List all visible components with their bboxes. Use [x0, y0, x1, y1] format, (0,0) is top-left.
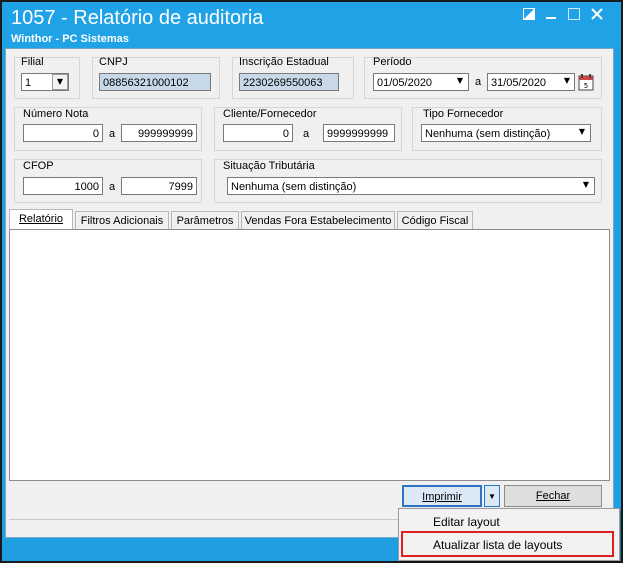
periodo-separator: a — [475, 76, 482, 88]
tipo-fornecedor-value: Nenhuma (sem distinção) — [425, 128, 551, 140]
situacao-group: Situação Tributária Nenhuma (sem distinç… — [214, 159, 602, 203]
svg-text:5: 5 — [584, 82, 588, 90]
periodo-from-value: 01/05/2020 — [377, 77, 433, 89]
filial-group: Filial 1 ▼ — [14, 56, 80, 99]
close-icon[interactable] — [588, 8, 606, 24]
chevron-down-icon[interactable]: ▼ — [452, 74, 468, 90]
window-subtitle: Winthor - PC Sistemas — [11, 33, 129, 45]
cliente-to-field[interactable]: 9999999999 — [323, 124, 395, 142]
minimize-icon[interactable] — [542, 8, 560, 24]
chevron-down-icon[interactable]: ▼ — [559, 74, 575, 90]
situacao-value: Nenhuma (sem distinção) — [231, 181, 357, 193]
cfop-label: CFOP — [23, 160, 54, 172]
tab-label: Código Fiscal — [401, 215, 469, 227]
title-bar[interactable]: 1057 - Relatório de auditoria Winthor - … — [2, 2, 621, 48]
cnpj-group: CNPJ 08856321000102 — [92, 56, 220, 99]
cfop-to-field[interactable]: 7999 — [121, 177, 197, 195]
app-window: 1057 - Relatório de auditoria Winthor - … — [0, 0, 623, 563]
tab-label: Filtros Adicionais — [80, 215, 164, 227]
numero-nota-group: Número Nota 0 a 999999999 — [14, 107, 202, 151]
periodo-label: Período — [373, 56, 412, 68]
filial-label: Filial — [21, 56, 44, 68]
window-title: 1057 - Relatório de auditoria — [11, 7, 264, 29]
menu-item-editar-layout[interactable]: Editar layout — [399, 511, 619, 533]
cliente-from-field[interactable]: 0 — [223, 124, 293, 142]
tab-parametros[interactable]: Parâmetros — [171, 211, 239, 229]
cfop-group: CFOP 1000 a 7999 — [14, 159, 202, 203]
tipo-fornecedor-select[interactable]: Nenhuma (sem distinção) — [421, 124, 591, 142]
filial-value: 1 — [25, 77, 32, 89]
tab-relatorio[interactable]: Relatório — [9, 209, 73, 229]
maximize-icon[interactable] — [565, 8, 583, 24]
restore-icon[interactable] — [520, 8, 538, 24]
calendar-icon[interactable]: 5 — [578, 73, 594, 91]
chevron-down-icon[interactable]: ▼ — [574, 125, 590, 141]
cfop-separator: a — [109, 181, 116, 193]
inscricao-group: Inscrição Estadual 2230269550063 — [232, 56, 354, 99]
tipo-fornecedor-label: Tipo Fornecedor — [423, 108, 504, 120]
cfop-from-field[interactable]: 1000 — [23, 177, 103, 195]
tab-label: Parâmetros — [176, 215, 234, 227]
situacao-select[interactable]: Nenhuma (sem distinção) — [227, 177, 595, 195]
tab-codigo-fiscal[interactable]: Código Fiscal — [397, 211, 473, 229]
tab-panel-relatorio — [9, 229, 610, 481]
chevron-down-icon[interactable]: ▼ — [578, 178, 594, 194]
imprimir-label: Imprimir — [422, 491, 462, 503]
chevron-down-icon: ▼ — [488, 492, 496, 501]
highlight-box — [401, 531, 614, 557]
inscricao-label: Inscrição Estadual — [239, 56, 329, 68]
chevron-down-icon[interactable]: ▼ — [52, 74, 68, 90]
tab-vendas-fora[interactable]: Vendas Fora Estabelecimento — [241, 211, 395, 229]
numero-nota-label: Número Nota — [23, 108, 89, 120]
tab-label: Relatório — [18, 213, 64, 225]
main-panel: Filial 1 ▼ CNPJ 08856321000102 Inscrição… — [5, 48, 614, 538]
cliente-group: Cliente/Fornecedor 0 a 9999999999 — [214, 107, 402, 151]
fechar-button[interactable]: Fechar — [504, 485, 602, 507]
imprimir-button[interactable]: Imprimir — [402, 485, 482, 507]
cnpj-field: 08856321000102 — [99, 73, 211, 91]
numero-nota-from-field[interactable]: 0 — [23, 124, 103, 142]
fechar-label: Fechar — [535, 490, 571, 502]
numero-nota-separator: a — [109, 128, 116, 140]
situacao-label: Situação Tributária — [223, 160, 315, 172]
numero-nota-to-field[interactable]: 999999999 — [121, 124, 197, 142]
periodo-group: Período 01/05/2020 ▼ a 31/05/2020 ▼ 5 — [364, 56, 602, 99]
menu-item-label: Editar layout — [433, 515, 500, 529]
tab-label: Vendas Fora Estabelecimento — [244, 215, 392, 227]
imprimir-dropdown-button[interactable]: ▼ — [484, 485, 500, 507]
cnpj-label: CNPJ — [99, 56, 128, 68]
inscricao-field: 2230269550063 — [239, 73, 339, 91]
cliente-label: Cliente/Fornecedor — [223, 108, 317, 120]
cliente-separator: a — [303, 128, 310, 140]
periodo-to-value: 31/05/2020 — [491, 77, 547, 89]
tipo-fornecedor-group: Tipo Fornecedor Nenhuma (sem distinção) … — [412, 107, 602, 151]
tab-filtros-adicionais[interactable]: Filtros Adicionais — [75, 211, 169, 229]
